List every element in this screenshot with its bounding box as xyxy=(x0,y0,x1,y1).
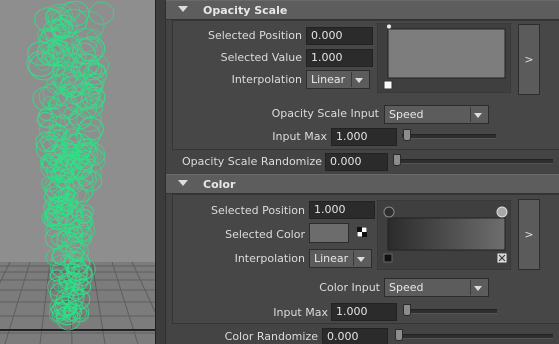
attribute-editor-panel: Opacity Scale Selected Position 0.000 Se… xyxy=(166,0,559,344)
opacity-scale-title: Opacity Scale xyxy=(203,4,288,17)
selected-position-field[interactable]: 0.000 xyxy=(306,27,373,45)
collapse-triangle-icon[interactable] xyxy=(178,6,188,12)
interpolation-dropdown[interactable]: Linear xyxy=(309,249,372,268)
color-randomize-label: Color Randomize xyxy=(224,330,318,343)
interpolation-value: Linear xyxy=(311,73,346,86)
color-ramp[interactable] xyxy=(377,200,511,270)
opacity-randomize-label: Opacity Scale Randomize xyxy=(181,155,322,168)
opacity-randomize-slider-thumb[interactable] xyxy=(393,154,401,166)
selected-position-label: Selected Position xyxy=(210,204,305,217)
chevron-down-icon xyxy=(353,251,368,266)
opacity-randomize-slider-track[interactable] xyxy=(393,159,553,164)
opacity-ramp[interactable] xyxy=(377,23,511,93)
interpolation-value: Linear xyxy=(314,252,349,265)
input-max-slider-thumb[interactable] xyxy=(403,304,411,316)
color-frame: Selected Position 1.000 Selected Color I… xyxy=(172,194,559,324)
opacity-scale-input-value: Speed xyxy=(389,108,424,121)
collapse-triangle-icon[interactable] xyxy=(178,180,188,186)
color-randomize-field[interactable]: 0.000 xyxy=(322,328,388,344)
interpolation-dropdown[interactable]: Linear xyxy=(306,70,370,89)
opacity-scale-input-dropdown[interactable]: Speed xyxy=(384,105,489,124)
selected-value-label: Selected Value xyxy=(220,51,302,64)
chevron-down-icon xyxy=(351,72,366,87)
input-max-field[interactable]: 1.000 xyxy=(331,303,397,321)
opacity-scale-input-label: Opacity Scale Input xyxy=(271,107,379,120)
opacity-scale-header[interactable]: Opacity Scale xyxy=(166,0,559,20)
opacity-randomize-row: Opacity Scale Randomize 0.000 xyxy=(166,151,559,172)
checker-icon[interactable] xyxy=(357,227,367,237)
input-max-slider-thumb[interactable] xyxy=(403,129,411,141)
opacity-ramp-expand-button[interactable]: > xyxy=(518,24,540,95)
color-input-label: Color Input xyxy=(319,281,380,294)
selected-position-field[interactable]: 1.000 xyxy=(309,201,375,219)
selected-color-label: Selected Color xyxy=(225,228,305,241)
color-randomize-slider-thumb[interactable] xyxy=(395,329,403,341)
ramp-handle-right[interactable] xyxy=(496,206,508,218)
opacity-scale-frame: Selected Position 0.000 Selected Value 1… xyxy=(172,20,559,150)
color-randomize-row: Color Randomize 0.000 xyxy=(166,326,559,344)
interpolation-label: Interpolation xyxy=(234,252,305,265)
input-max-label: Input Max xyxy=(272,130,327,143)
selected-position-label: Selected Position xyxy=(207,29,302,42)
ramp-handle-bottom[interactable] xyxy=(383,80,393,90)
viewport-3d[interactable] xyxy=(0,0,155,344)
color-input-value: Speed xyxy=(389,281,424,294)
chevron-down-icon xyxy=(470,107,485,122)
interpolation-label: Interpolation xyxy=(231,73,302,86)
color-input-dropdown[interactable]: Speed xyxy=(384,278,489,297)
input-max-slider-track[interactable] xyxy=(402,134,496,139)
particle-cone-render xyxy=(0,0,155,344)
viewport-divider[interactable] xyxy=(155,0,166,344)
color-title: Color xyxy=(203,178,236,191)
selected-value-field[interactable]: 1.000 xyxy=(306,49,373,67)
selected-color-swatch[interactable] xyxy=(309,223,349,243)
ramp-handle-left[interactable] xyxy=(383,206,395,218)
opacity-randomize-field[interactable]: 0.000 xyxy=(325,153,388,171)
ramp-delete-left-icon[interactable] xyxy=(383,253,393,263)
input-max-field[interactable]: 1.000 xyxy=(331,128,397,146)
input-max-label: Input Max xyxy=(273,306,328,319)
color-randomize-slider-track[interactable] xyxy=(395,334,553,339)
input-max-slider-track[interactable] xyxy=(403,309,497,314)
ramp-handle-top[interactable] xyxy=(386,23,392,30)
color-ramp-expand-button[interactable]: > xyxy=(518,199,540,270)
chevron-down-icon xyxy=(470,280,485,295)
color-header[interactable]: Color xyxy=(166,174,559,194)
